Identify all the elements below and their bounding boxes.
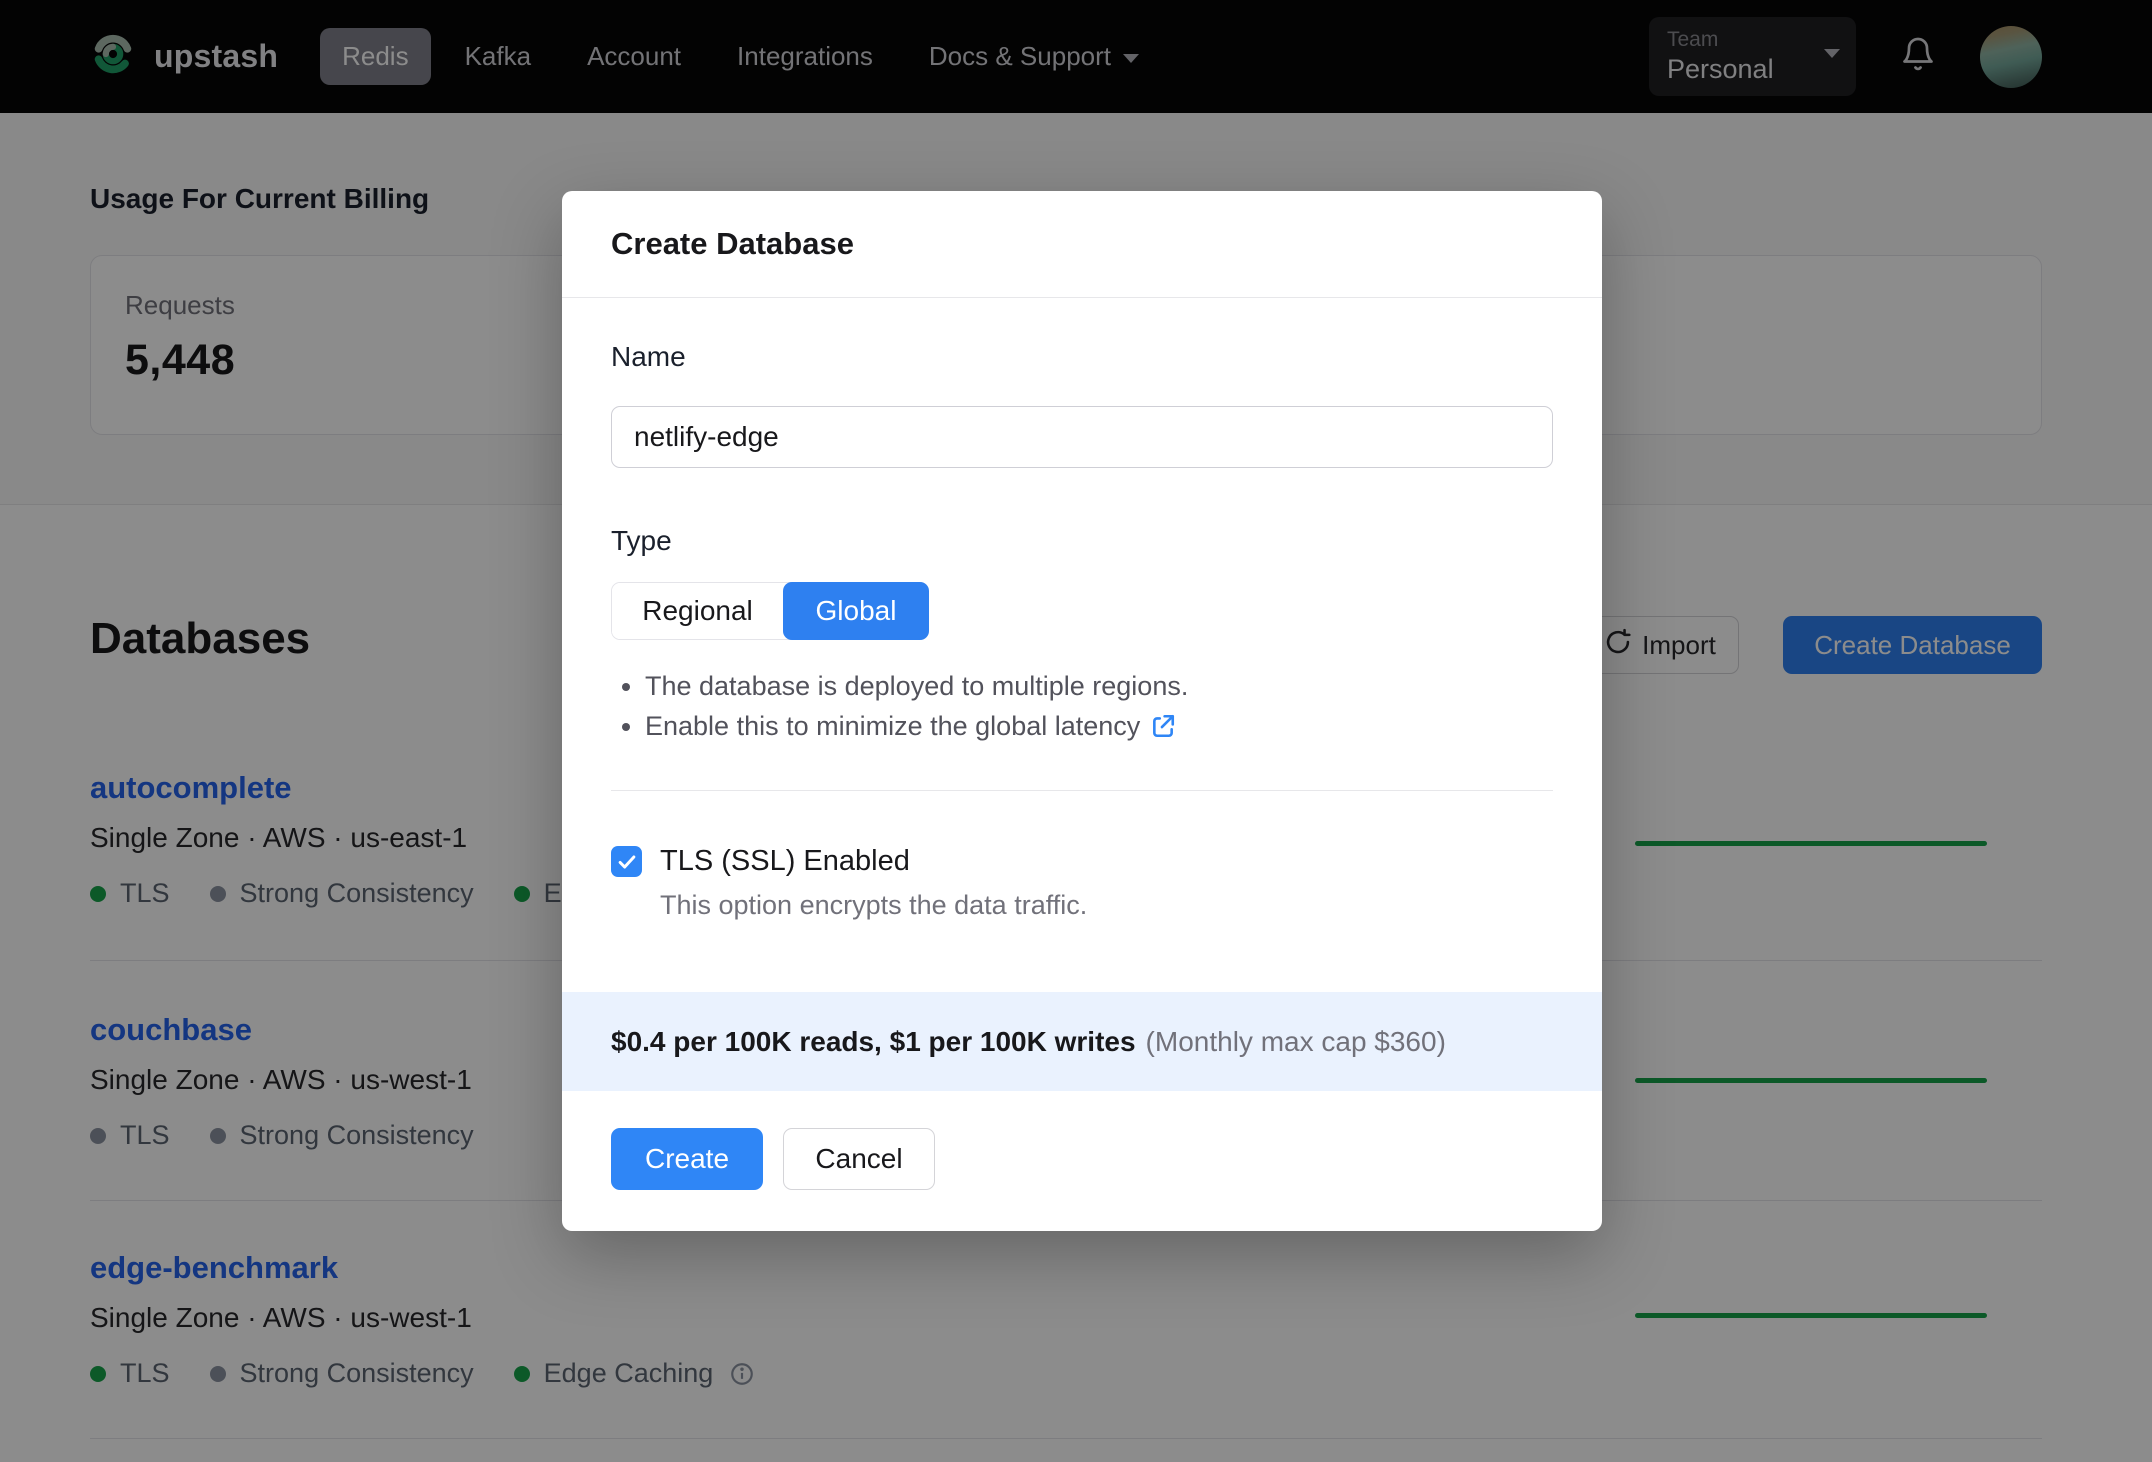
type-bullet: The database is deployed to multiple reg… xyxy=(645,666,1553,706)
pricing-note: (Monthly max cap $360) xyxy=(1145,1025,1446,1057)
pricing-bold: $0.4 per 100K reads, $1 per 100K writes xyxy=(611,1025,1136,1057)
type-description-list: The database is deployed to multiple reg… xyxy=(611,666,1553,746)
create-database-modal: Create Database Name Type Regional Globa… xyxy=(562,191,1602,1231)
modal-body: Name Type Regional Global The database i… xyxy=(562,340,1602,1190)
tls-label[interactable]: TLS (SSL) Enabled xyxy=(660,845,910,878)
type-option-global[interactable]: Global xyxy=(783,582,929,640)
name-label: Name xyxy=(611,341,686,372)
create-button[interactable]: Create xyxy=(611,1128,763,1190)
type-label: Type xyxy=(611,525,672,556)
modal-divider xyxy=(611,790,1553,791)
cancel-button[interactable]: Cancel xyxy=(783,1128,935,1190)
type-segmented-control: Regional Global xyxy=(611,582,929,640)
modal-title: Create Database xyxy=(611,226,854,261)
modal-footer: Create Cancel xyxy=(611,1128,1553,1190)
external-link-icon[interactable] xyxy=(1150,713,1176,739)
tls-description: This option encrypts the data traffic. xyxy=(660,890,1088,920)
tls-row: TLS (SSL) Enabled xyxy=(611,845,1553,878)
database-name-input[interactable] xyxy=(611,406,1553,468)
pricing-banner: $0.4 per 100K reads, $1 per 100K writes … xyxy=(562,992,1602,1091)
type-bullet: Enable this to minimize the global laten… xyxy=(645,706,1553,746)
modal-header: Create Database xyxy=(562,191,1602,298)
tls-checkbox[interactable] xyxy=(611,846,642,877)
type-option-regional[interactable]: Regional xyxy=(612,583,783,639)
